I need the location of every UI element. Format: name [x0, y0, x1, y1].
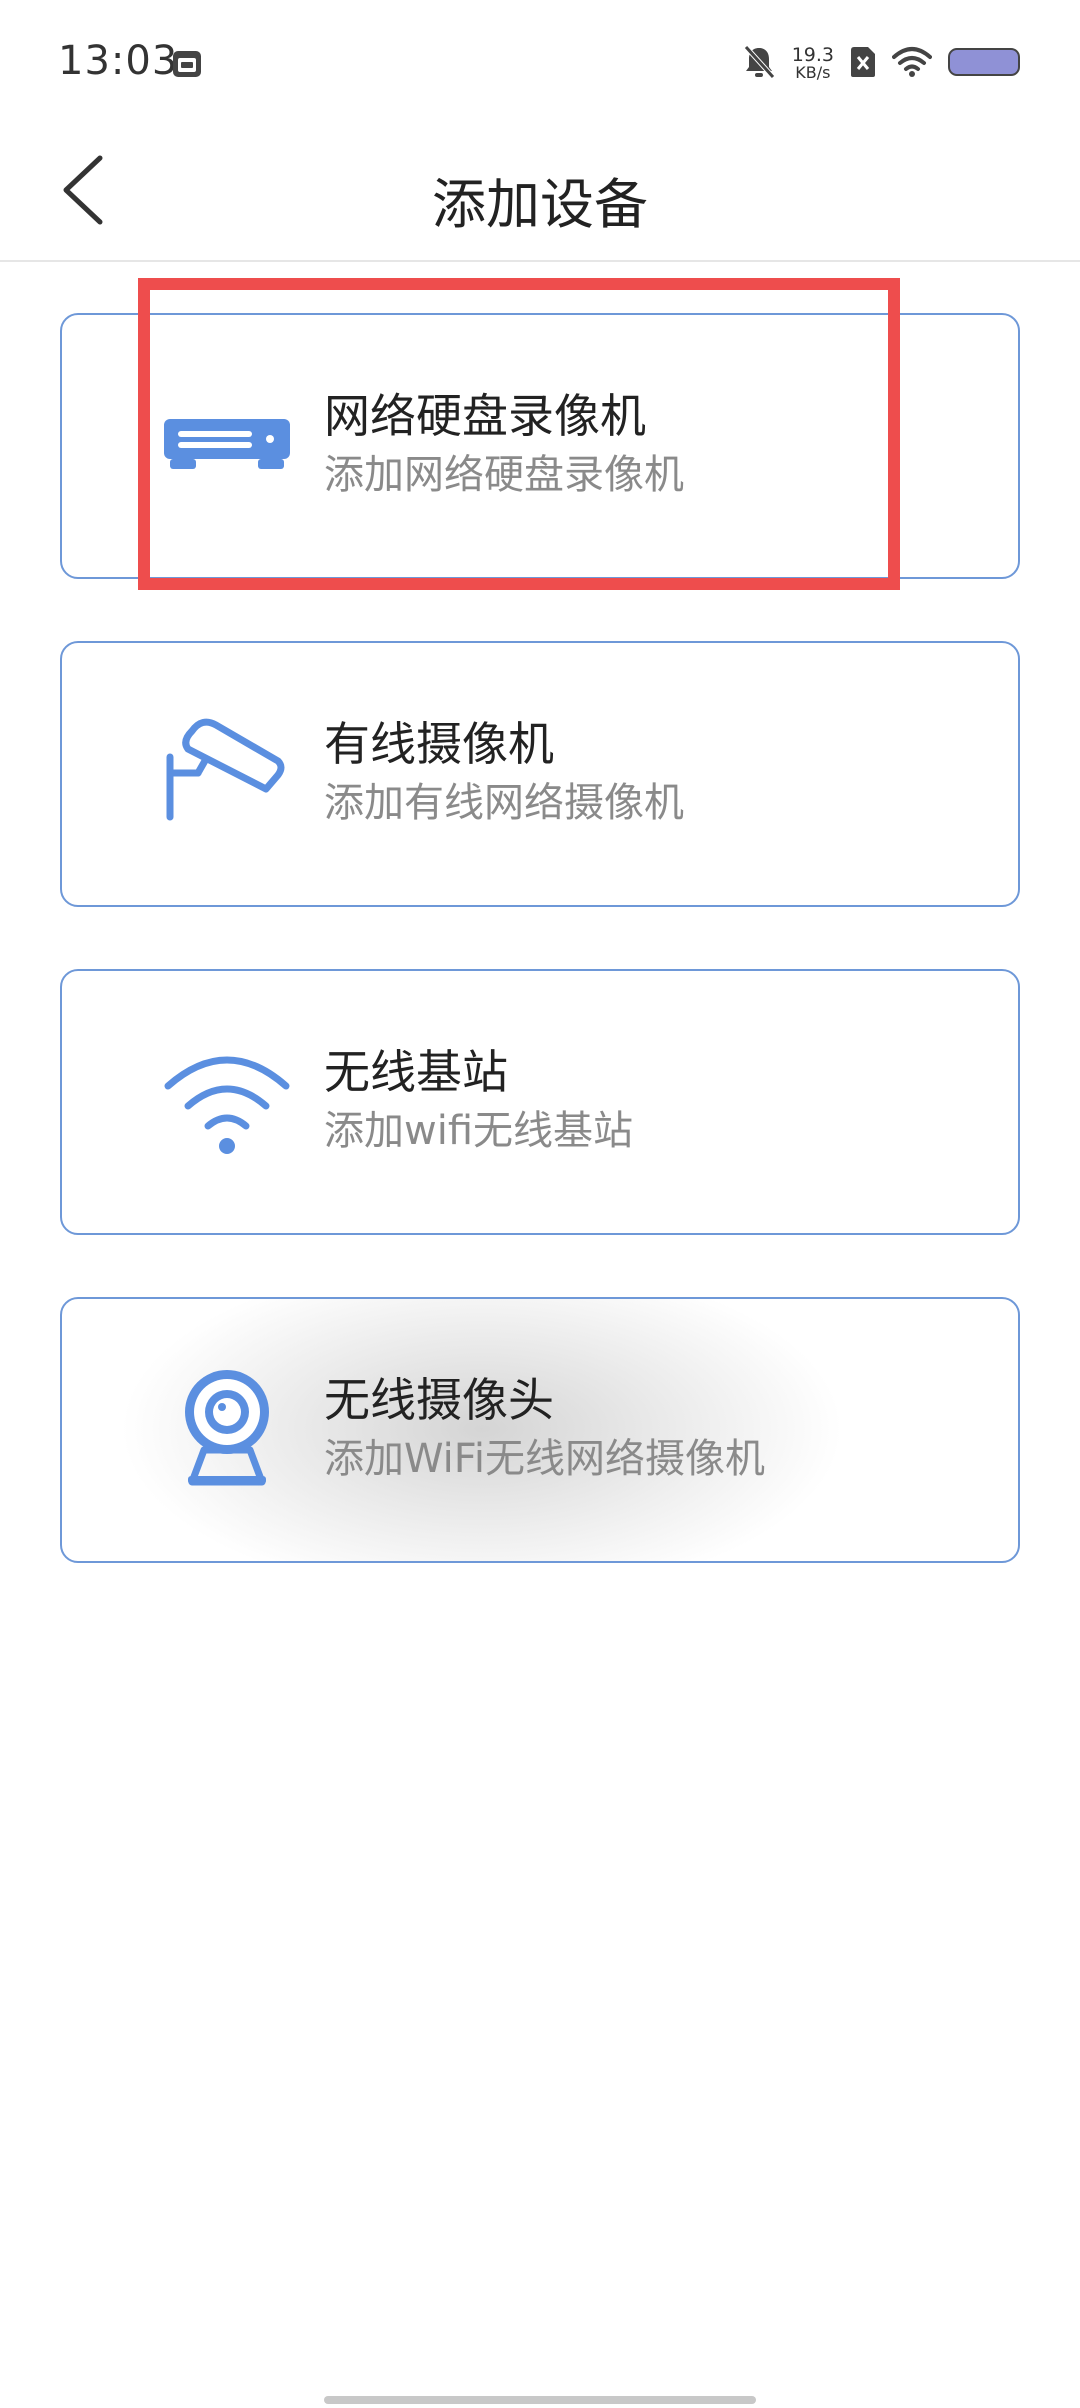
wifi-base-station-icon	[162, 1041, 292, 1161]
device-list: 网络硬盘录像机 添加网络硬盘录像机 有线摄像机 添加有线网络摄像机 无线基站 添…	[60, 313, 1020, 1625]
card-subtitle: 添加有线网络摄像机	[324, 780, 684, 826]
webcam-icon	[162, 1369, 292, 1489]
card-subtitle: 添加网络硬盘录像机	[324, 452, 684, 498]
card-title: 无线摄像头	[324, 1373, 554, 1427]
calendar-icon	[172, 48, 202, 78]
status-icons: 19.3 KB/s	[742, 42, 1020, 86]
card-title: 网络硬盘录像机	[324, 389, 646, 443]
sim-off-icon	[850, 46, 876, 82]
device-card-wired-camera[interactable]: 有线摄像机 添加有线网络摄像机	[60, 641, 1020, 907]
card-subtitle: 添加wifi无线基站	[324, 1108, 634, 1154]
card-title: 无线基站	[324, 1045, 508, 1099]
header: 添加设备	[0, 120, 1080, 262]
card-text: 网络硬盘录像机 添加网络硬盘录像机	[324, 387, 684, 505]
card-text: 有线摄像机 添加有线网络摄像机	[324, 715, 684, 833]
device-card-nvr[interactable]: 网络硬盘录像机 添加网络硬盘录像机	[60, 313, 1020, 579]
card-text: 无线摄像头 添加WiFi无线网络摄像机	[324, 1371, 765, 1489]
home-indicator[interactable]	[324, 2396, 756, 2404]
wifi-icon	[892, 46, 932, 82]
mute-icon	[742, 44, 776, 84]
battery-icon	[948, 47, 1020, 81]
device-card-wifi-base-station[interactable]: 无线基站 添加wifi无线基站	[60, 969, 1020, 1235]
wired-camera-icon	[162, 713, 292, 833]
net-speed-unit: KB/s	[795, 63, 831, 82]
device-card-wireless-camera[interactable]: 无线摄像头 添加WiFi无线网络摄像机	[60, 1297, 1020, 1563]
net-speed-value: 19.3	[791, 44, 834, 66]
card-subtitle: 添加WiFi无线网络摄像机	[324, 1436, 765, 1482]
net-speed: 19.3 KB/s	[792, 46, 834, 82]
card-title: 有线摄像机	[324, 717, 554, 771]
status-bar: 13:03 19.3 KB/s	[0, 0, 1080, 120]
card-text: 无线基站 添加wifi无线基站	[324, 1043, 633, 1161]
nvr-icon	[162, 385, 292, 505]
page-title: 添加设备	[432, 173, 648, 236]
status-time: 13:03	[58, 38, 179, 84]
